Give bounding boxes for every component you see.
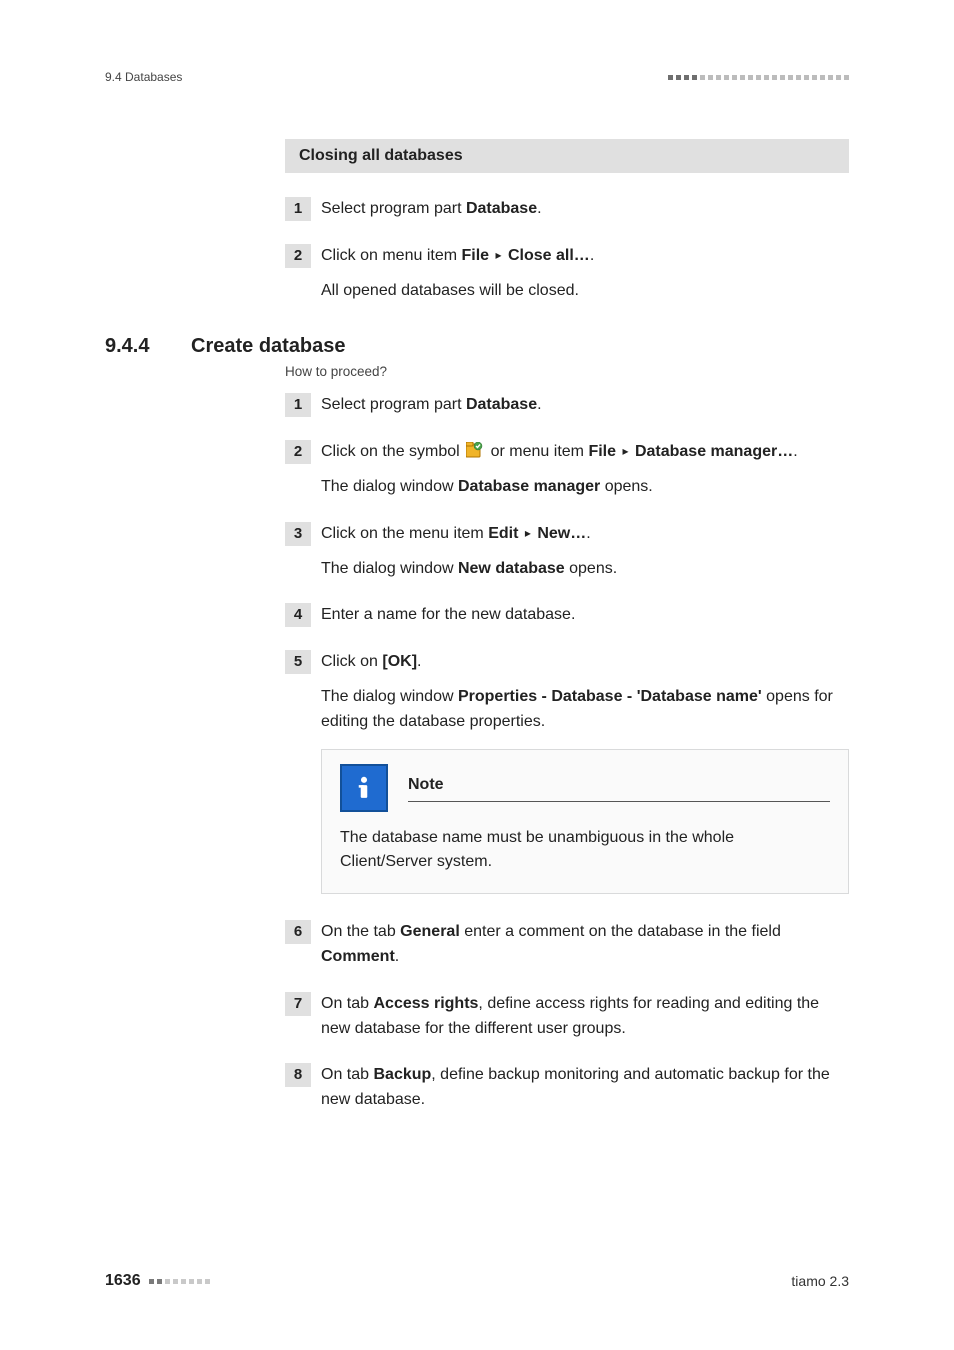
header-section-ref: 9.4 Databases [105, 70, 182, 84]
step-number: 1 [285, 197, 311, 221]
text: Enter a name for the new database. [321, 603, 575, 628]
menu-arrow-icon: ▸ [494, 248, 504, 262]
bold-text: Database [466, 396, 537, 413]
closing-step-1: 1 Select program part Database. [285, 197, 849, 222]
bold-text: [OK] [382, 653, 417, 670]
text: Click on the symbol [321, 443, 464, 460]
bold-text: Comment [321, 948, 395, 965]
text: . [537, 396, 541, 413]
step-number: 2 [285, 244, 311, 268]
create-step-5: 5 Click on [OK]. The dialog window Prope… [285, 650, 849, 894]
text: The dialog window [321, 560, 458, 577]
bold-text: New… [537, 525, 586, 542]
note-box: Note The database name must be unambiguo… [321, 749, 849, 895]
product-name: tiamo 2.3 [791, 1273, 849, 1289]
footer-ornament [149, 1279, 210, 1284]
closing-step-2: 2 Click on menu item File ▸ Close all…. … [285, 244, 849, 304]
text: Click on menu item [321, 247, 462, 264]
text: All opened databases will be closed. [321, 279, 594, 304]
menu-arrow-icon: ▸ [523, 526, 533, 540]
text: . [395, 948, 399, 965]
database-manager-icon [466, 442, 484, 458]
text: opens. [600, 478, 652, 495]
bold-text: Edit [488, 525, 518, 542]
text: The dialog window [321, 478, 458, 495]
bold-text: Properties - Database - 'Database name' [458, 688, 762, 705]
step-number: 8 [285, 1063, 311, 1087]
text: On tab [321, 995, 373, 1012]
text: . [417, 653, 421, 670]
text: enter a comment on the database in the f… [460, 923, 781, 940]
text: . [586, 525, 590, 542]
text: On tab [321, 1066, 373, 1083]
text: Select program part [321, 396, 466, 413]
bold-text: Backup [373, 1066, 431, 1083]
text: . [590, 247, 594, 264]
step-number: 1 [285, 393, 311, 417]
section-title: Create database [191, 335, 346, 358]
how-to-proceed-label: How to proceed? [285, 364, 849, 379]
closing-all-databases-heading: Closing all databases [285, 139, 849, 173]
text: or menu item [491, 443, 589, 460]
menu-arrow-icon: ▸ [620, 444, 630, 458]
step-number: 4 [285, 603, 311, 627]
text: opens. [565, 560, 617, 577]
page-header: 9.4 Databases [105, 70, 849, 84]
create-step-3: 3 Click on the menu item Edit ▸ New…. Th… [285, 522, 849, 582]
create-step-8: 8 On tab Backup, define backup monitorin… [285, 1063, 849, 1113]
bold-text: File [462, 247, 490, 264]
note-body: The database name must be unambiguous in… [340, 826, 830, 876]
text: Select program part [321, 200, 466, 217]
bold-text: File [588, 443, 616, 460]
text: . [537, 200, 541, 217]
bold-text: New database [458, 560, 565, 577]
header-ornament [668, 75, 849, 80]
text: On the tab [321, 923, 400, 940]
step-number: 7 [285, 992, 311, 1016]
step-number: 5 [285, 650, 311, 674]
bold-text: General [400, 923, 460, 940]
text: Click on [321, 653, 382, 670]
text: Click on the menu item [321, 525, 488, 542]
bold-text: Database manager [458, 478, 600, 495]
bold-text: Database [466, 200, 537, 217]
page-footer: 1636 tiamo 2.3 [105, 1272, 849, 1290]
create-step-7: 7 On tab Access rights, define access ri… [285, 992, 849, 1042]
section-heading-row: 9.4.4 Create database [105, 335, 849, 358]
bold-text: Database manager… [635, 443, 793, 460]
step-number: 6 [285, 920, 311, 944]
create-step-6: 6 On the tab General enter a comment on … [285, 920, 849, 970]
bold-text: Close all… [508, 247, 590, 264]
step-number: 3 [285, 522, 311, 546]
page-number: 1636 [105, 1272, 141, 1290]
text: . [793, 443, 797, 460]
note-title: Note [408, 776, 444, 793]
create-step-2: 2 Click on the symbol or menu item File … [285, 440, 849, 500]
step-number: 2 [285, 440, 311, 464]
section-number: 9.4.4 [105, 335, 191, 358]
create-step-1: 1 Select program part Database. [285, 393, 849, 418]
text: The dialog window [321, 688, 458, 705]
bold-text: Access rights [373, 995, 478, 1012]
info-icon [340, 764, 388, 812]
create-step-4: 4 Enter a name for the new database. [285, 603, 849, 628]
